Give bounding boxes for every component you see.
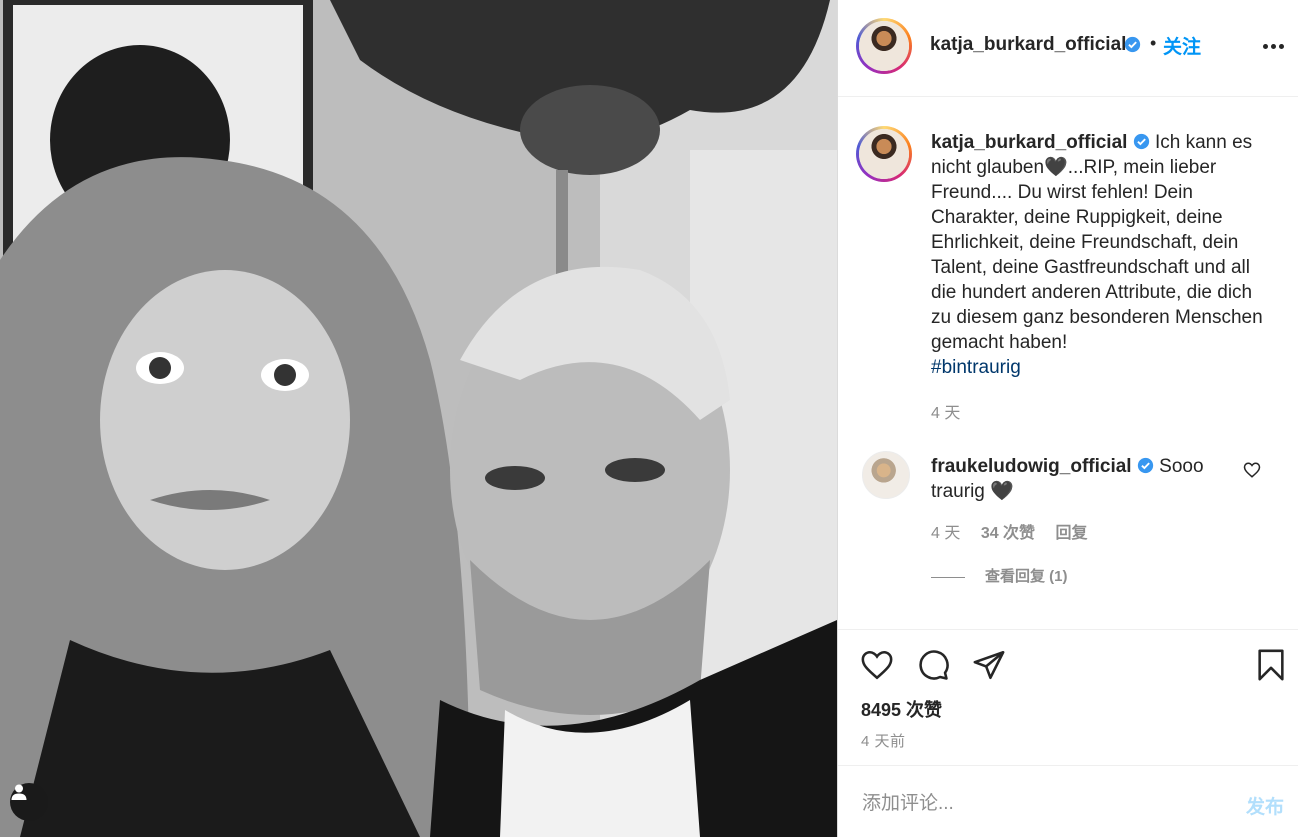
comment-icon[interactable]: [916, 648, 950, 682]
verified-badge-icon: [1124, 36, 1141, 53]
caption: katja_burkard_official Ich kann es nicht…: [931, 130, 1271, 380]
author-avatar[interactable]: [856, 18, 912, 74]
likes-count[interactable]: 8495 次赞: [861, 696, 942, 722]
verified-badge-icon: [1133, 133, 1149, 150]
photo-artwork: [0, 0, 837, 837]
comment-timestamp: 4 天: [931, 525, 961, 542]
author-username[interactable]: katja_burkard_official: [930, 34, 1126, 56]
comment-likes[interactable]: 34 次赞: [981, 525, 1035, 542]
caption-username[interactable]: katja_burkard_official: [931, 132, 1127, 153]
caption-avatar[interactable]: [856, 126, 912, 182]
hashtag-link[interactable]: #bintraurig: [931, 357, 1021, 378]
post-header: katja_burkard_official • 关注: [838, 0, 1298, 97]
comment-meta: 4 天 34 次赞 回复: [931, 519, 1104, 543]
comment-heart-icon[interactable]: [1243, 461, 1261, 479]
comments-section[interactable]: katja_burkard_official Ich kann es nicht…: [838, 96, 1298, 629]
action-bar: 8495 次赞 4 天前: [838, 629, 1298, 760]
comment-input[interactable]: [860, 788, 1224, 820]
commenter-username[interactable]: fraukeludowig_official: [931, 456, 1132, 477]
caption-text: Ich kann es nicht glauben🖤...RIP, mein l…: [931, 132, 1263, 353]
view-replies-label: 查看回复 (1): [985, 568, 1068, 585]
post-side-panel: katja_burkard_official • 关注 katja_burkar…: [837, 0, 1298, 837]
post-photo[interactable]: [0, 0, 837, 837]
add-comment-bar: 发布: [838, 765, 1298, 838]
post-timestamp: 4 天前: [861, 733, 906, 750]
commenter-avatar[interactable]: [862, 451, 910, 499]
follow-button[interactable]: 关注: [1163, 32, 1201, 59]
share-icon[interactable]: [972, 648, 1006, 682]
replies-divider: [931, 576, 965, 578]
heart-icon[interactable]: [860, 648, 894, 682]
verified-badge-icon: [1137, 457, 1154, 474]
comment-body: fraukeludowig_official Sooo traurig 🖤: [931, 454, 1221, 504]
separator-dot: •: [1150, 33, 1157, 53]
bookmark-icon[interactable]: [1254, 648, 1288, 682]
user-icon: [11, 784, 27, 800]
caption-timestamp: 4 天: [931, 405, 961, 422]
more-options-icon[interactable]: [1263, 44, 1285, 50]
view-replies-button[interactable]: 查看回复 (1): [931, 565, 1068, 586]
reply-button[interactable]: 回复: [1056, 525, 1088, 542]
tagged-user-button[interactable]: [10, 783, 48, 821]
post-comment-button[interactable]: 发布: [1246, 792, 1284, 819]
